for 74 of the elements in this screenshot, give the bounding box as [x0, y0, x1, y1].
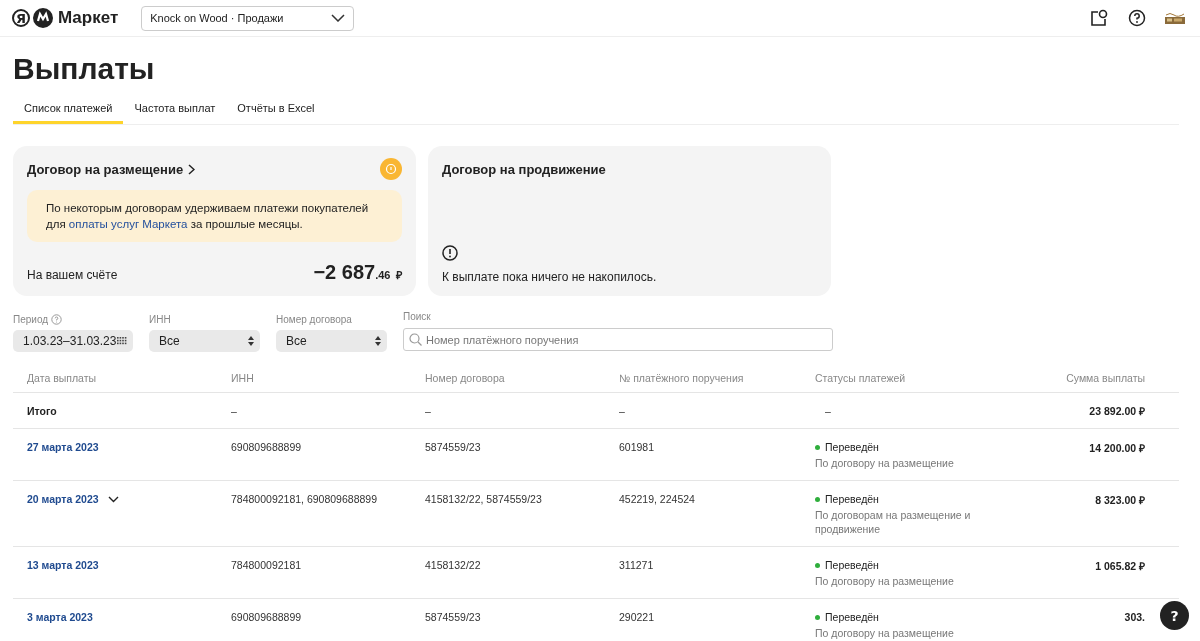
help-button[interactable]: ?: [1160, 601, 1189, 630]
table-cell: –: [425, 404, 431, 417]
help-icon[interactable]: [1128, 9, 1146, 27]
status-note: По договору на размещение: [815, 626, 955, 640]
tab[interactable]: Отчёты в Excel: [226, 99, 326, 124]
table-cell: 4158132/22, 5874559/23: [425, 493, 542, 505]
sort-arrows-icon: [375, 336, 381, 346]
column-header: Сумма выплаты: [1066, 372, 1145, 384]
table-cell: 5874559/23: [425, 611, 481, 623]
tab[interactable]: Список платежей: [13, 99, 124, 124]
table-cell: 452219, 224524: [619, 493, 695, 505]
chevron-down-icon: [331, 14, 346, 22]
status-text: Переведён: [825, 559, 879, 571]
page-title: Выплаты: [13, 52, 156, 87]
table-cell: 690809688899: [231, 611, 302, 623]
table-cell: 290221: [619, 611, 655, 623]
date-range-picker[interactable]: 1.03.23–31.03.23: [13, 330, 133, 352]
filter-select[interactable]: Все: [149, 330, 260, 352]
amount-cell: 1 065.82 ₽: [1095, 560, 1145, 572]
status-note: По договору на размещение: [815, 574, 955, 588]
status-text: Переведён: [825, 611, 879, 623]
table-cell: 784800092181, 690809688899: [231, 493, 377, 505]
date-link[interactable]: 13 марта 2023: [27, 559, 99, 571]
table-cell: –: [619, 404, 625, 417]
filter-label: Номер договора: [276, 314, 352, 325]
empty-message: К выплате пока ничего не накопилось.: [442, 270, 658, 284]
table-cell: 601981: [619, 441, 655, 453]
total-label: Итого: [27, 404, 57, 417]
table-cell: 4158132/22: [425, 559, 481, 571]
info-badge-icon: [380, 158, 402, 180]
chevron-right-icon[interactable]: [188, 163, 196, 175]
balance-amount: −2 687.46 ₽: [313, 261, 402, 284]
filter-label: ИНН: [149, 314, 171, 325]
status-text: Переведён: [825, 493, 879, 505]
filter-select[interactable]: Все: [276, 330, 387, 352]
status-note: По договору на размещение: [815, 456, 955, 470]
table-cell: 784800092181: [231, 559, 302, 571]
sort-arrows-icon: [248, 336, 254, 346]
table-cell: –: [825, 404, 831, 417]
exclamation-icon: [442, 245, 458, 261]
column-header: Номер договора: [425, 372, 505, 384]
table-cell: 690809688899: [231, 441, 302, 453]
amount-cell: 14 200.00 ₽: [1089, 442, 1145, 454]
tab[interactable]: Частота выплат: [123, 99, 227, 124]
column-header: Дата выплаты: [27, 372, 97, 384]
table-cell: 5874559/23: [425, 441, 481, 453]
table-cell: –: [231, 404, 237, 417]
store-select[interactable]: Knock on Wood · Продажи: [141, 5, 355, 31]
chevron-down-icon[interactable]: [107, 495, 119, 503]
logo-mark: Я: [12, 9, 30, 27]
chat-icon[interactable]: [1090, 9, 1108, 27]
amount-cell: 303.: [1124, 611, 1145, 623]
filter-label: Поиск: [403, 311, 431, 322]
column-header: Статусы платежей: [815, 372, 906, 384]
card-title[interactable]: Договор на размещение: [27, 161, 184, 177]
services-link[interactable]: оплаты услуг Маркета: [68, 218, 188, 230]
table-cell: 311271: [619, 559, 654, 571]
search-field[interactable]: Номер платёжного поручения: [403, 328, 833, 351]
date-link[interactable]: 20 марта 2023: [27, 493, 99, 505]
balance-label: На вашем счёте: [27, 268, 118, 282]
status-note: По договорам на размещение и продвижение: [815, 508, 972, 536]
date-link[interactable]: 3 марта 2023: [27, 611, 93, 623]
notice-text: По некоторым договорам удерживаем платежи покупателей для оплаты услуг Маркета за прошлые месяцы.: [46, 201, 370, 232]
column-header: № платёжного поручения: [619, 372, 744, 384]
logo-text: Маркет: [58, 8, 119, 28]
status-text: Переведён: [825, 441, 879, 453]
search-icon: [409, 333, 422, 346]
column-header: ИНН: [231, 372, 254, 384]
date-link[interactable]: 27 марта 2023: [27, 441, 99, 453]
card-title: Договор на продвижение: [442, 161, 606, 177]
amount-cell: 23 892.00 ₽: [1089, 404, 1145, 417]
calendar-icon: [117, 337, 127, 345]
filter-label: Период: [13, 314, 49, 325]
amount-cell: 8 323.00 ₽: [1095, 494, 1145, 506]
